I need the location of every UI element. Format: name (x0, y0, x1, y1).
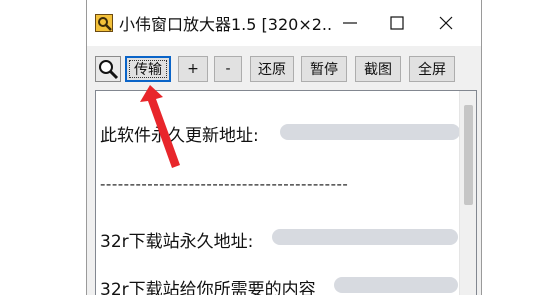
minimize-icon (343, 22, 357, 24)
maximize-button[interactable] (374, 0, 420, 46)
vertical-scrollbar[interactable] (459, 91, 476, 295)
fullscreen-button[interactable]: 全屏 (409, 56, 455, 82)
annotation-arrow-icon (140, 85, 180, 168)
close-button[interactable] (423, 0, 469, 46)
redacted-text (334, 277, 458, 293)
app-icon (95, 14, 113, 32)
redacted-text (272, 229, 458, 245)
maximize-icon (390, 16, 404, 30)
pause-button[interactable]: 暂停 (301, 56, 347, 82)
zoom-in-button[interactable]: + (178, 56, 208, 82)
window-title: 小伟窗口放大器1.5 [320×2... (119, 15, 331, 34)
transfer-button[interactable]: 传输 (125, 56, 171, 82)
site-description-line: 32r下载站给你所需要的内容 (100, 280, 316, 295)
title-bar[interactable]: 小伟窗口放大器1.5 [320×2... (87, 0, 481, 46)
zoom-out-button[interactable]: - (214, 56, 242, 82)
site-address-line: 32r下载站永久地址: (100, 232, 254, 252)
separator-line: ----------------------------------------… (100, 175, 349, 193)
restore-button[interactable]: 还原 (250, 56, 294, 82)
minimize-button[interactable] (327, 0, 373, 46)
screenshot-button[interactable]: 截图 (355, 56, 401, 82)
scrollbar-thumb[interactable] (464, 105, 473, 205)
redacted-text (280, 124, 460, 140)
close-icon (439, 16, 453, 30)
magnifier-icon[interactable] (95, 56, 121, 82)
